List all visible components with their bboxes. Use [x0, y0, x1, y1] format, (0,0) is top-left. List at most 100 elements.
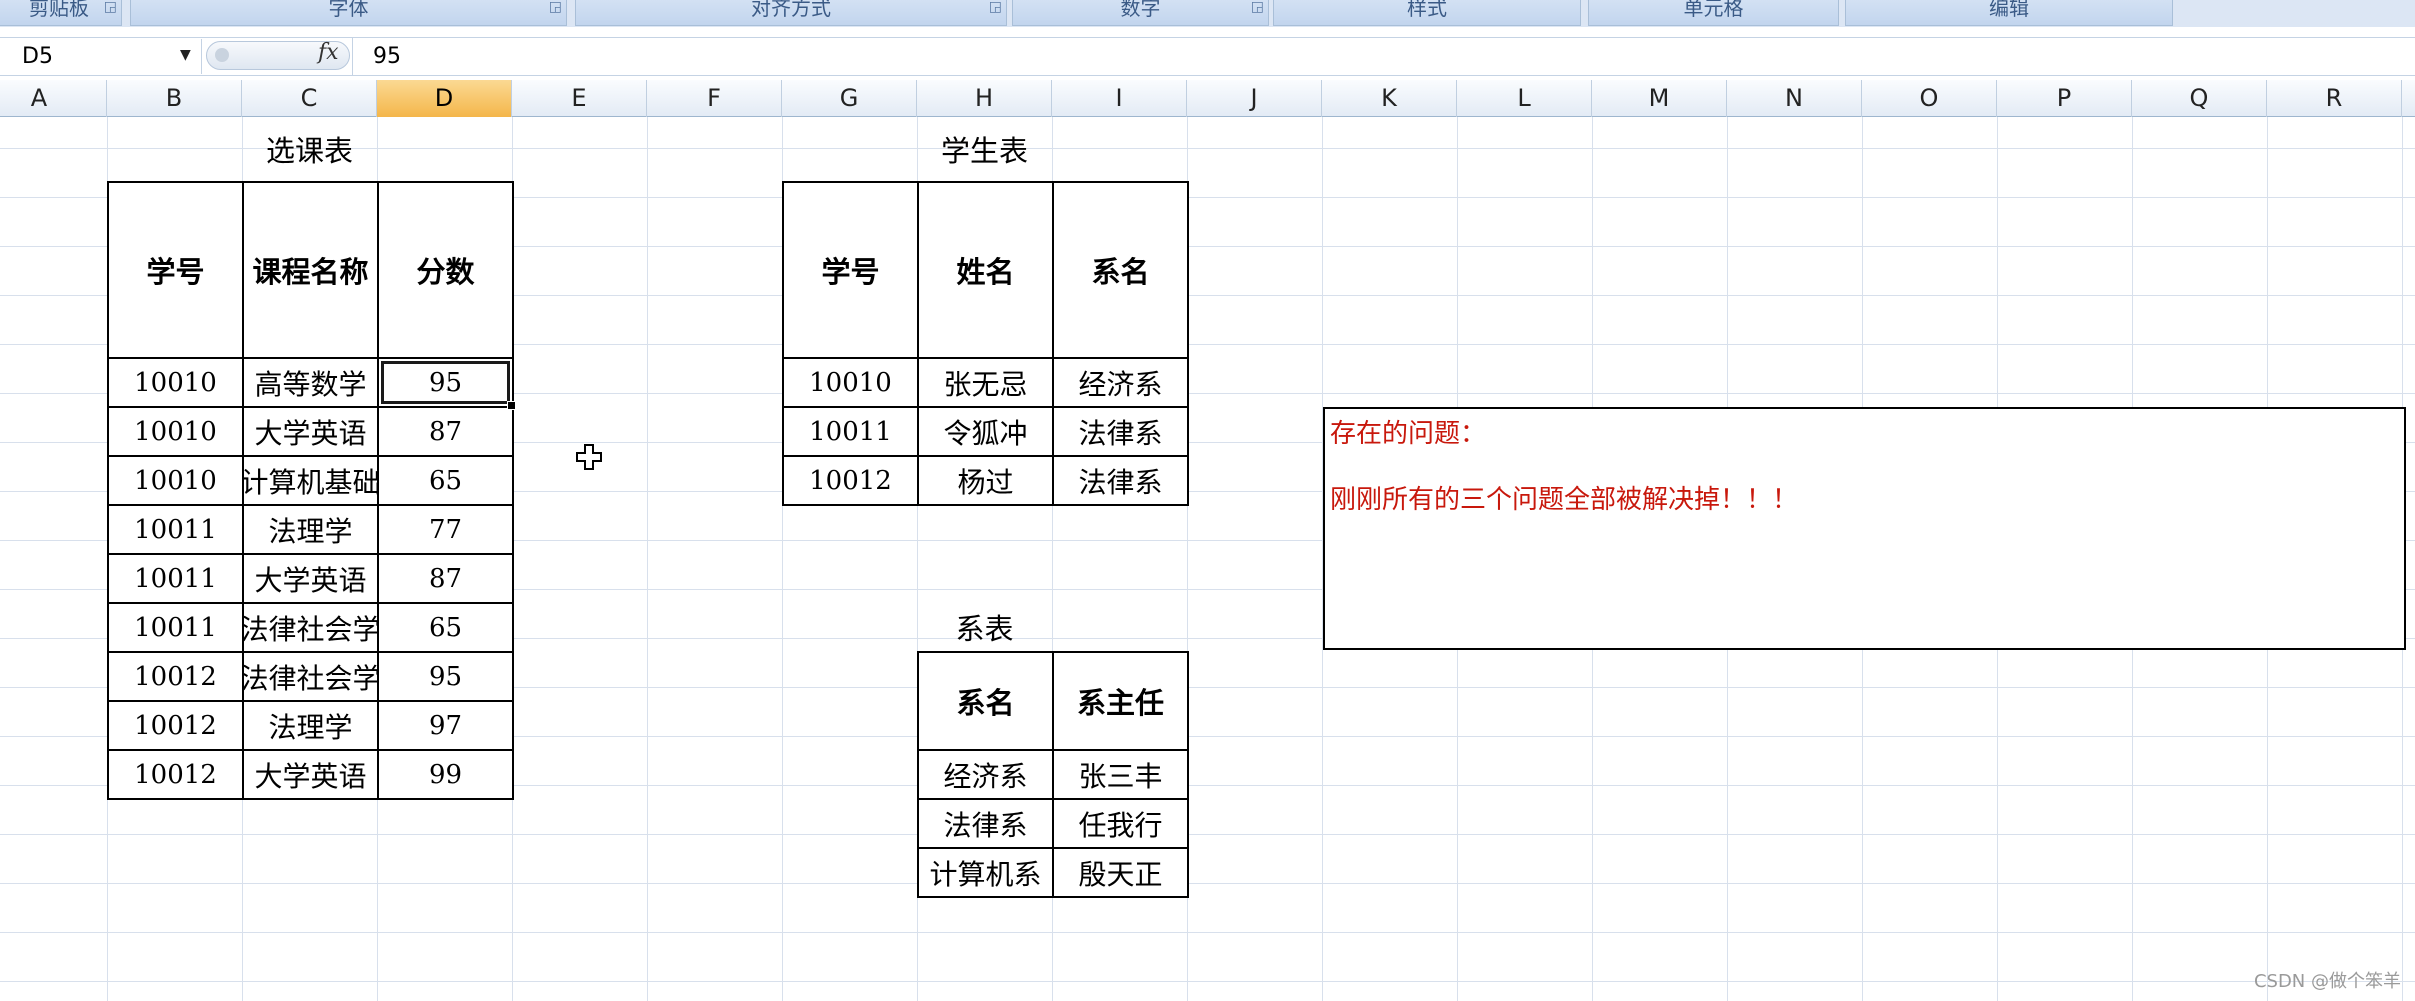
- ribbon-group-clipboard[interactable]: 剪贴板 ◲: [0, 0, 122, 26]
- column-header-g[interactable]: G: [782, 80, 917, 117]
- dialog-launcher-icon[interactable]: ◲: [104, 0, 117, 14]
- student-table-header[interactable]: 姓名: [917, 181, 1054, 359]
- course-table-cell[interactable]: 10010: [107, 455, 244, 506]
- column-headers: ABCDEFGHIJKLMNOPQR: [0, 80, 2415, 117]
- dept-table-cell[interactable]: 张三丰: [1052, 749, 1189, 800]
- ribbon-group-cells[interactable]: 单元格: [1588, 0, 1839, 26]
- course-table-cell[interactable]: 法律社会学: [242, 602, 379, 653]
- ribbon-group-editing[interactable]: 编辑: [1845, 0, 2173, 26]
- student-table-header[interactable]: 学号: [782, 181, 919, 359]
- ribbon-group-bar: 剪贴板 ◲ 字体 ◲ 对齐方式 ◲ 数字 ◲ 样式 单元格 编辑: [0, 0, 2415, 27]
- dialog-launcher-icon[interactable]: ◲: [1251, 0, 1264, 14]
- course-table-cell[interactable]: 65: [377, 602, 514, 653]
- course-table-header[interactable]: 课程名称: [242, 181, 379, 359]
- student-table-cell[interactable]: 令狐冲: [917, 406, 1054, 457]
- column-header-j[interactable]: J: [1187, 80, 1322, 117]
- course-table-cell[interactable]: 计算机基础: [242, 455, 379, 506]
- dept-table-cell[interactable]: 任我行: [1052, 798, 1189, 849]
- dialog-launcher-icon[interactable]: ◲: [989, 0, 1002, 14]
- course-table-title: 选课表: [265, 134, 353, 168]
- course-table-cell[interactable]: 99: [377, 749, 514, 800]
- dept-table-header[interactable]: 系名: [917, 651, 1054, 751]
- column-header-n[interactable]: N: [1727, 80, 1862, 117]
- course-table-cell[interactable]: 法理学: [242, 504, 379, 555]
- note-textbox[interactable]: 存在的问题： 刚刚所有的三个问题全部被解决掉！！！: [1323, 407, 2406, 650]
- course-table-header[interactable]: 分数: [377, 181, 514, 359]
- column-header-c[interactable]: C: [242, 80, 377, 117]
- course-table-cell[interactable]: 大学英语: [242, 749, 379, 800]
- ribbon-group-label: 剪贴板: [29, 0, 89, 20]
- course-table-cell[interactable]: 10011: [107, 602, 244, 653]
- course-table-cell[interactable]: 97: [377, 700, 514, 751]
- column-header-f[interactable]: F: [647, 80, 782, 117]
- student-table-cell[interactable]: 法律系: [1052, 455, 1189, 506]
- dept-table-cell[interactable]: 经济系: [917, 749, 1054, 800]
- dept-table-cell[interactable]: 殷天正: [1052, 847, 1189, 898]
- dept-table-cell[interactable]: 计算机系: [917, 847, 1054, 898]
- ribbon-group-label: 样式: [1407, 0, 1447, 20]
- column-header-i[interactable]: I: [1052, 80, 1187, 117]
- course-table-cell[interactable]: 10010: [107, 357, 244, 408]
- column-header-q[interactable]: Q: [2132, 80, 2267, 117]
- column-header-l[interactable]: L: [1457, 80, 1592, 117]
- student-table-cell[interactable]: 法律系: [1052, 406, 1189, 457]
- student-table-cell[interactable]: 经济系: [1052, 357, 1189, 408]
- cell-cursor-icon: [576, 444, 602, 470]
- course-table-cell[interactable]: 87: [377, 553, 514, 604]
- ribbon-group-number[interactable]: 数字 ◲: [1012, 0, 1269, 26]
- column-header-r[interactable]: R: [2267, 80, 2402, 117]
- course-table-cell[interactable]: 大学英语: [242, 553, 379, 604]
- ribbon-group-label: 编辑: [1989, 0, 2029, 20]
- course-table-header[interactable]: 学号: [107, 181, 244, 359]
- student-table-cell[interactable]: 10010: [782, 357, 919, 408]
- ribbon-group-label: 字体: [328, 0, 369, 20]
- column-header-p[interactable]: P: [1997, 80, 2132, 117]
- formula-input[interactable]: 95: [352, 38, 2415, 75]
- column-header-k[interactable]: K: [1322, 80, 1457, 117]
- column-header-b[interactable]: B: [107, 80, 242, 117]
- expand-handle-icon[interactable]: [215, 48, 229, 62]
- ribbon-group-label: 对齐方式: [751, 0, 831, 20]
- dept-table-cell[interactable]: 法律系: [917, 798, 1054, 849]
- course-table-cell[interactable]: 87: [377, 406, 514, 457]
- course-table-cell[interactable]: 95: [377, 357, 514, 408]
- course-table-cell[interactable]: 65: [377, 455, 514, 506]
- course-table-cell[interactable]: 高等数学: [242, 357, 379, 408]
- course-table-cell[interactable]: 10012: [107, 700, 244, 751]
- name-box-value: D5: [22, 44, 53, 69]
- ribbon-group-styles[interactable]: 样式: [1273, 0, 1581, 26]
- note-line-2: 刚刚所有的三个问题全部被解决掉！！！: [1330, 485, 1799, 515]
- student-table-cell[interactable]: 张无忌: [917, 357, 1054, 408]
- course-table-cell[interactable]: 77: [377, 504, 514, 555]
- student-table-cell[interactable]: 10012: [782, 455, 919, 506]
- column-header-e[interactable]: E: [512, 80, 647, 117]
- watermark: CSDN @做个笨羊: [2253, 971, 2401, 992]
- column-header-a[interactable]: A: [0, 80, 107, 117]
- student-table-cell[interactable]: 10011: [782, 406, 919, 457]
- student-table-cell[interactable]: 杨过: [917, 455, 1054, 506]
- column-header-m[interactable]: M: [1592, 80, 1727, 117]
- column-header-h[interactable]: H: [917, 80, 1052, 117]
- ribbon-group-label: 数字: [1120, 0, 1161, 20]
- dialog-launcher-icon[interactable]: ◲: [549, 0, 562, 14]
- course-table-cell[interactable]: 95: [377, 651, 514, 702]
- course-table-cell[interactable]: 10011: [107, 553, 244, 604]
- course-table-cell[interactable]: 法律社会学: [242, 651, 379, 702]
- ribbon-group-alignment[interactable]: 对齐方式 ◲: [575, 0, 1007, 26]
- note-line-1: 存在的问题：: [1330, 419, 1487, 449]
- column-header-d[interactable]: D: [377, 80, 512, 117]
- course-table-cell[interactable]: 大学英语: [242, 406, 379, 457]
- dept-table-header[interactable]: 系主任: [1052, 651, 1189, 751]
- course-table-cell[interactable]: 10012: [107, 651, 244, 702]
- course-table-cell[interactable]: 10011: [107, 504, 244, 555]
- fill-handle[interactable]: [507, 401, 516, 410]
- course-table-cell[interactable]: 法理学: [242, 700, 379, 751]
- insert-function-icon[interactable]: fx: [318, 40, 339, 65]
- column-header-o[interactable]: O: [1862, 80, 1997, 117]
- name-box[interactable]: D5: [0, 39, 202, 74]
- course-table-cell[interactable]: 10012: [107, 749, 244, 800]
- course-table-cell[interactable]: 10010: [107, 406, 244, 457]
- ribbon-group-font[interactable]: 字体 ◲: [130, 0, 567, 26]
- student-table-header[interactable]: 系名: [1052, 181, 1189, 359]
- name-box-dropdown-icon[interactable]: ▼: [180, 38, 191, 73]
